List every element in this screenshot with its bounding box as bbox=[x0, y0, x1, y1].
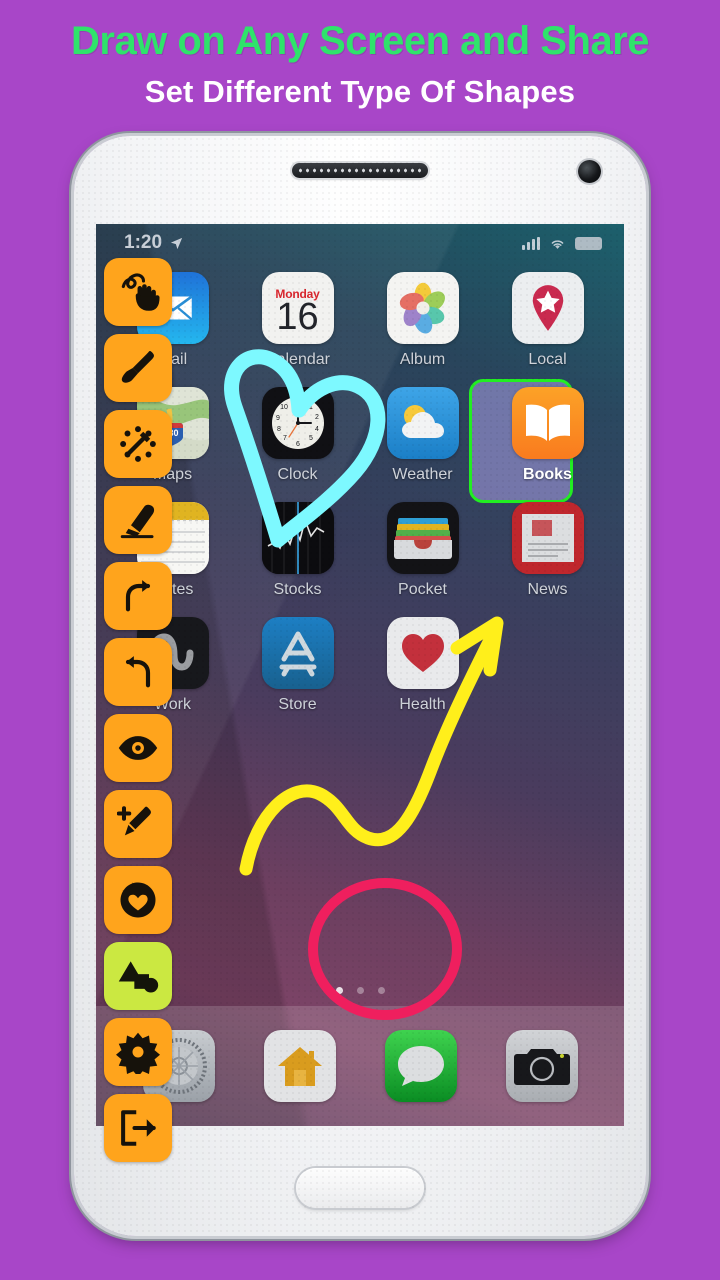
eye-icon[interactable] bbox=[104, 714, 172, 782]
app-label: Books bbox=[523, 466, 572, 483]
gear-icon[interactable] bbox=[104, 1018, 172, 1086]
svg-text:10: 10 bbox=[280, 404, 288, 411]
app-empty-slot bbox=[485, 617, 610, 714]
front-camera-icon bbox=[578, 160, 601, 183]
app-label: Health bbox=[399, 696, 446, 713]
signal-bars-icon bbox=[522, 236, 540, 250]
undo-icon[interactable] bbox=[104, 638, 172, 706]
app-label: Clock bbox=[277, 466, 318, 483]
app-news[interactable]: News bbox=[485, 502, 610, 599]
hand-draw-icon[interactable] bbox=[104, 258, 172, 326]
app-clock[interactable]: 12 1 2 45 6 78 9 10 Clock bbox=[235, 387, 360, 484]
app-health[interactable]: Health bbox=[360, 617, 485, 714]
app-label: News bbox=[527, 581, 568, 598]
shapes-icon[interactable] bbox=[104, 942, 172, 1010]
brush-icon[interactable] bbox=[104, 334, 172, 402]
sticker-heart-icon[interactable] bbox=[104, 866, 172, 934]
app-label: Local bbox=[528, 351, 567, 368]
app-grid: Mail Monday 16 Calendar Album Local Maps… bbox=[96, 272, 624, 714]
speaker-grille-icon bbox=[292, 163, 428, 178]
store-icon bbox=[261, 617, 334, 689]
phone-screen[interactable]: 1:20 Mail Monday 16 Calendar Album Local… bbox=[96, 224, 624, 1126]
app-label: Calendar bbox=[265, 351, 330, 368]
app-local[interactable]: Local bbox=[485, 272, 610, 369]
calendar-date: 16 bbox=[276, 296, 319, 339]
app-books[interactable]: Books bbox=[469, 379, 610, 503]
add-edit-icon[interactable] bbox=[104, 790, 172, 858]
page-dots[interactable] bbox=[96, 987, 624, 994]
status-bar: 1:20 bbox=[96, 224, 624, 262]
app-label: Weather bbox=[392, 466, 453, 483]
pocket-icon bbox=[386, 502, 459, 574]
promo-subtitle: Set Different Type Of Shapes bbox=[144, 74, 576, 109]
calendar-icon: Monday 16 bbox=[261, 272, 334, 344]
stocks-icon bbox=[261, 502, 334, 574]
clock-icon: 12 1 2 45 6 78 9 10 bbox=[261, 387, 334, 459]
app-label: Album bbox=[399, 351, 446, 368]
svg-text:12: 12 bbox=[294, 400, 302, 407]
app-pocket[interactable]: Pocket bbox=[360, 502, 485, 599]
books-icon bbox=[511, 387, 584, 459]
svg-text:5: 5 bbox=[309, 435, 313, 442]
app-label: Stocks bbox=[273, 581, 322, 598]
phone-top-bezel bbox=[74, 136, 646, 224]
app-stocks[interactable]: Stocks bbox=[235, 502, 360, 599]
svg-text:7: 7 bbox=[283, 435, 287, 442]
app-store[interactable]: Store bbox=[235, 617, 360, 714]
svg-text:9: 9 bbox=[276, 415, 280, 422]
magic-wand-icon[interactable] bbox=[104, 410, 172, 478]
svg-text:2: 2 bbox=[315, 414, 319, 421]
svg-text:6: 6 bbox=[296, 441, 300, 448]
location-arrow-icon bbox=[170, 237, 183, 249]
local-icon bbox=[511, 272, 584, 344]
exit-icon[interactable] bbox=[104, 1094, 172, 1162]
app-calendar[interactable]: Monday 16 Calendar bbox=[235, 272, 360, 369]
app-weather[interactable]: Weather bbox=[360, 387, 485, 484]
app-label: Store bbox=[278, 696, 317, 713]
svg-text:1: 1 bbox=[309, 404, 313, 411]
news-icon bbox=[511, 502, 584, 574]
page-dot[interactable] bbox=[377, 987, 385, 994]
page-dot[interactable] bbox=[356, 987, 364, 994]
home-button[interactable] bbox=[296, 1168, 424, 1208]
app-label: Pocket bbox=[398, 581, 447, 598]
album-icon bbox=[386, 272, 459, 344]
wifi-icon bbox=[551, 240, 564, 249]
status-time: 1:20 bbox=[124, 232, 163, 253]
app-album[interactable]: Album bbox=[360, 272, 485, 369]
dock bbox=[96, 1006, 624, 1126]
svg-text:8: 8 bbox=[277, 426, 281, 433]
svg-text:4: 4 bbox=[315, 426, 319, 433]
redo-icon[interactable] bbox=[104, 562, 172, 630]
drawing-toolbar bbox=[104, 258, 172, 1162]
camera-icon[interactable] bbox=[505, 1030, 578, 1102]
weather-icon bbox=[386, 387, 459, 459]
home-icon[interactable] bbox=[263, 1030, 336, 1102]
eraser-icon[interactable] bbox=[104, 486, 172, 554]
health-icon bbox=[386, 617, 459, 689]
page-dot[interactable] bbox=[335, 987, 343, 994]
promo-title: Draw on Any Screen and Share bbox=[70, 19, 650, 63]
messages-icon[interactable] bbox=[384, 1030, 457, 1102]
battery-icon bbox=[575, 236, 602, 250]
promo-header: Draw on Any Screen and Share Set Differe… bbox=[0, 0, 720, 130]
